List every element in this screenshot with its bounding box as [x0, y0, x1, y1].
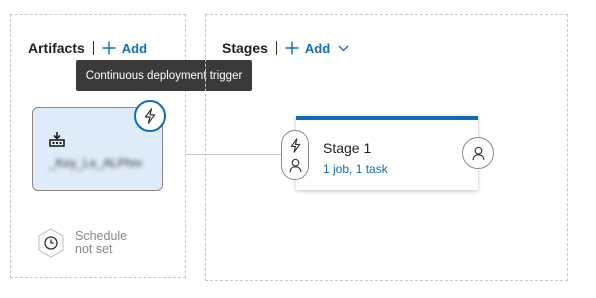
schedule-trigger[interactable]: Schedule not set — [36, 228, 127, 258]
header-divider — [92, 41, 94, 55]
artifact-name: _Key_Le_ALPhnms — [49, 156, 141, 170]
plus-icon — [285, 41, 299, 55]
pre-deployment-conditions — [281, 130, 309, 180]
pre-deployment-trigger-button[interactable] — [286, 136, 304, 154]
plus-icon — [102, 41, 116, 55]
post-deployment-approval-button[interactable] — [462, 137, 494, 169]
continuous-deployment-trigger-button[interactable] — [134, 100, 166, 132]
person-icon — [289, 158, 301, 172]
person-icon — [472, 146, 484, 160]
pipeline-connector — [186, 154, 296, 155]
artifacts-title: Artifacts — [28, 40, 85, 56]
stages-header: Stages Add — [222, 40, 355, 56]
add-stage-label: Add — [304, 40, 331, 56]
stage-tasks-link[interactable]: 1 job, 1 task — [323, 162, 388, 176]
pre-deployment-approval-button[interactable] — [286, 156, 304, 174]
add-stage-button[interactable]: Add — [285, 41, 355, 56]
add-artifact-label: Add — [121, 40, 148, 56]
build-icon — [49, 132, 65, 152]
add-artifact-button[interactable]: Add — [102, 41, 147, 56]
schedule-line-2: not set — [75, 242, 113, 256]
lightning-icon — [290, 137, 300, 153]
clock-icon — [36, 228, 66, 258]
stage-card[interactable]: Stage 1 1 job, 1 task — [296, 116, 478, 190]
lightning-icon — [143, 108, 157, 124]
schedule-status: Schedule not set — [75, 230, 127, 256]
chevron-down-icon — [338, 45, 349, 51]
stages-title: Stages — [222, 40, 268, 56]
header-divider — [275, 41, 277, 55]
stage-name: Stage 1 — [323, 140, 372, 156]
artifacts-header: Artifacts Add — [28, 40, 147, 56]
